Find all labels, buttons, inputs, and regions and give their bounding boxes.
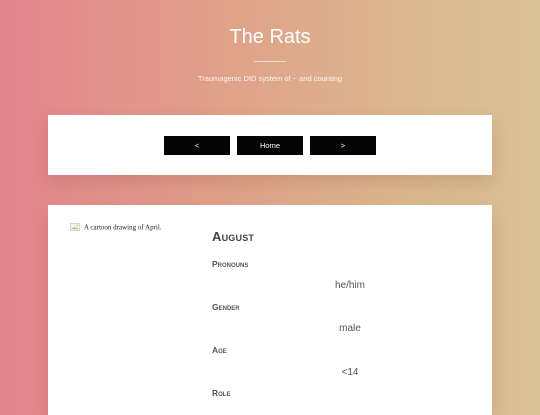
- broken-image-icon: [70, 223, 80, 232]
- avatar-alt-text: A cartoon drawing of April.: [84, 223, 162, 232]
- age-value: <14: [341, 367, 359, 378]
- site-subtitle: Traumagenic DID system of ~ and counting: [197, 74, 343, 83]
- gender-label: Gender: [212, 302, 240, 312]
- pronouns-value: he/him: [334, 280, 365, 291]
- age-label: Age: [212, 345, 227, 355]
- profile-card: A cartoon drawing of April. August Prono…: [48, 205, 492, 415]
- site-header: The Rats Traumagenic DID system of ~ and…: [0, 0, 540, 110]
- navigation-card: < Home >: [48, 115, 492, 175]
- role-label: Role: [212, 388, 231, 398]
- previous-button[interactable]: <: [164, 136, 230, 155]
- gender-value: male: [339, 323, 361, 334]
- header-divider: [254, 61, 286, 62]
- profile-name: August: [212, 229, 255, 244]
- site-title: The Rats: [229, 26, 311, 48]
- next-button[interactable]: >: [310, 136, 376, 155]
- avatar: A cartoon drawing of April.: [70, 222, 162, 232]
- pronouns-label: Pronouns: [212, 259, 249, 269]
- home-button[interactable]: Home: [237, 136, 303, 155]
